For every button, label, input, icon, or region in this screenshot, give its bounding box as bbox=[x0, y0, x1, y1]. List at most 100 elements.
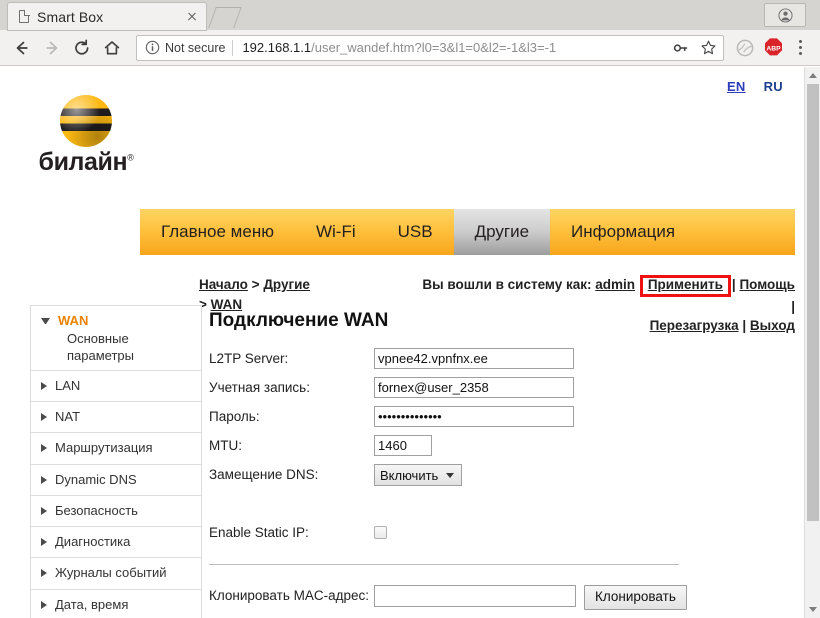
logged-in-label: Вы вошли в систему как: bbox=[422, 277, 592, 292]
scroll-down-arrow-icon[interactable] bbox=[805, 601, 820, 618]
scroll-up-arrow-icon[interactable] bbox=[805, 67, 820, 84]
form-divider bbox=[209, 563, 679, 565]
triangle-down bbox=[809, 607, 817, 612]
svg-text:ABP: ABP bbox=[766, 46, 781, 53]
chevron-right-icon bbox=[41, 506, 47, 515]
language-switcher: EN RU bbox=[727, 79, 783, 94]
clone-button[interactable]: Клонировать bbox=[584, 584, 687, 610]
l2tp-server-input[interactable] bbox=[374, 348, 574, 369]
field-row-static-ip: Enable Static IP: bbox=[209, 524, 799, 542]
new-tab-button[interactable] bbox=[208, 7, 242, 28]
static-ip-checkbox[interactable] bbox=[374, 526, 387, 540]
password-label: Пароль: bbox=[209, 408, 260, 424]
mtu-input[interactable] bbox=[374, 435, 432, 456]
menu-dot bbox=[798, 46, 802, 49]
clone-mac-input[interactable] bbox=[374, 584, 576, 607]
sidebar-item-security[interactable]: Безопасность bbox=[31, 496, 201, 527]
adblock-glyph: ABP bbox=[764, 38, 782, 56]
nav-item-main-menu[interactable]: Главное меню bbox=[140, 209, 295, 255]
sidebar-item-label: Dynamic DNS bbox=[55, 471, 137, 487]
field-row-password: Пароль: bbox=[209, 406, 799, 427]
field-row-l2tp-server: L2TP Server: bbox=[209, 348, 799, 369]
omnibox-divider bbox=[232, 39, 234, 56]
menu-dot bbox=[798, 51, 802, 55]
forward-button[interactable] bbox=[38, 34, 66, 62]
router-admin-page: EN RU билайн® Главное меню Wi-Fi USB Дру… bbox=[0, 67, 803, 618]
l2tp-server-label: L2TP Server: bbox=[209, 350, 289, 366]
sidebar-subitem-basic-params[interactable]: Основные параметры bbox=[41, 331, 195, 364]
address-bar[interactable]: Not secure 192.168.1.1/user_wandef.htm?l… bbox=[136, 34, 724, 61]
back-button[interactable] bbox=[8, 34, 36, 62]
beeline-logo: билайн® bbox=[26, 95, 146, 177]
clone-mac-controls: Клонировать bbox=[374, 584, 687, 610]
beeline-ball-icon bbox=[60, 95, 112, 147]
sidebar-item-routing[interactable]: Маршрутизация bbox=[31, 433, 201, 465]
sidebar-item-label: LAN bbox=[55, 377, 81, 393]
url-host: 192.168.1.1 bbox=[242, 40, 312, 55]
field-row-account: Учетная запись: bbox=[209, 377, 799, 398]
breadcrumb-section[interactable]: Другие bbox=[263, 277, 310, 292]
lang-ru-link[interactable]: RU bbox=[764, 79, 783, 94]
home-button[interactable] bbox=[98, 34, 126, 62]
breadcrumb-home[interactable]: Начало bbox=[199, 277, 248, 292]
sidebar-item-lan[interactable]: LAN bbox=[31, 371, 201, 402]
chevron-right-icon bbox=[41, 475, 47, 484]
page-icon bbox=[18, 9, 31, 24]
chevron-right-icon bbox=[41, 381, 47, 390]
chevron-down-icon bbox=[41, 318, 50, 325]
browser-menu-button[interactable] bbox=[788, 35, 812, 61]
extension-icon[interactable] bbox=[732, 35, 758, 61]
nav-item-wifi[interactable]: Wi-Fi bbox=[295, 209, 377, 255]
tab-title: Smart Box bbox=[37, 8, 104, 25]
back-arrow-icon bbox=[16, 41, 28, 54]
password-input[interactable] bbox=[374, 406, 574, 427]
sidebar-item-label: Маршрутизация bbox=[55, 440, 153, 456]
avatar-icon bbox=[777, 7, 793, 23]
apply-link[interactable]: Применить bbox=[648, 277, 723, 292]
dns-override-select[interactable]: Включить bbox=[374, 464, 462, 486]
sidebar-item-wan[interactable]: WAN Основные параметры bbox=[31, 306, 201, 371]
browser-tab[interactable]: Smart Box bbox=[8, 3, 206, 30]
url-text: 192.168.1.1/user_wandef.htm?l0=3&l1=0&l2… bbox=[242, 40, 665, 55]
key-icon[interactable] bbox=[670, 37, 692, 59]
lang-en-link[interactable]: EN bbox=[727, 79, 746, 94]
main-nav: Главное меню Wi-Fi USB Другие Информация bbox=[140, 209, 795, 255]
chevron-right-icon bbox=[41, 538, 47, 546]
nav-item-usb[interactable]: USB bbox=[377, 209, 454, 255]
profile-avatar-button[interactable] bbox=[764, 3, 806, 27]
scrollbar-thumb[interactable] bbox=[807, 84, 819, 521]
page-scrollbar[interactable] bbox=[804, 67, 820, 618]
sidebar-item-label: Диагностика bbox=[55, 534, 131, 549]
sidebar-wan-header: WAN bbox=[41, 313, 88, 329]
help-link[interactable]: Помощь bbox=[739, 277, 795, 292]
sidebar-item-nat[interactable]: NAT bbox=[31, 402, 201, 434]
account-input[interactable] bbox=[374, 377, 574, 398]
browser-toolbar: Not secure 192.168.1.1/user_wandef.htm?l… bbox=[0, 30, 820, 66]
security-label: Not secure bbox=[165, 40, 226, 55]
status-pipe: | bbox=[731, 277, 736, 292]
account-label: Учетная запись: bbox=[209, 379, 310, 395]
breadcrumb-sep: > bbox=[247, 277, 264, 292]
current-user-link[interactable]: admin bbox=[595, 277, 635, 292]
logo-word: билайн bbox=[38, 148, 128, 176]
page-title: Подключение WAN bbox=[209, 310, 389, 331]
sidebar-item-label: Безопасность bbox=[55, 502, 138, 518]
key-glyph bbox=[673, 43, 688, 52]
sidebar-item-date-time[interactable]: Дата, время bbox=[31, 590, 201, 618]
field-row-clone-mac: Клонировать MAC-адрес: Клонировать bbox=[209, 584, 799, 610]
sidebar-item-dynamic-dns[interactable]: Dynamic DNS bbox=[31, 465, 201, 496]
logo-text: билайн® bbox=[39, 148, 134, 177]
sidebar-item-event-logs[interactable]: Журналы событий bbox=[31, 558, 201, 590]
chevron-right-icon bbox=[41, 600, 47, 609]
sidebar-menu: WAN Основные параметры LAN NAT Маршрутиз… bbox=[30, 305, 202, 618]
sidebar-item-diagnostics[interactable]: Диагностика bbox=[31, 527, 201, 559]
security-indicator[interactable]: Not secure bbox=[145, 40, 225, 55]
reload-button[interactable] bbox=[68, 34, 96, 62]
info-circle-icon bbox=[145, 40, 160, 55]
apply-highlight-box: Применить bbox=[639, 275, 731, 297]
nav-item-information[interactable]: Информация bbox=[550, 209, 696, 255]
bookmark-star-icon[interactable] bbox=[697, 37, 719, 59]
nav-item-other[interactable]: Другие bbox=[453, 209, 551, 255]
adblock-plus-icon[interactable]: ABP bbox=[760, 35, 786, 61]
close-icon[interactable] bbox=[184, 9, 200, 25]
